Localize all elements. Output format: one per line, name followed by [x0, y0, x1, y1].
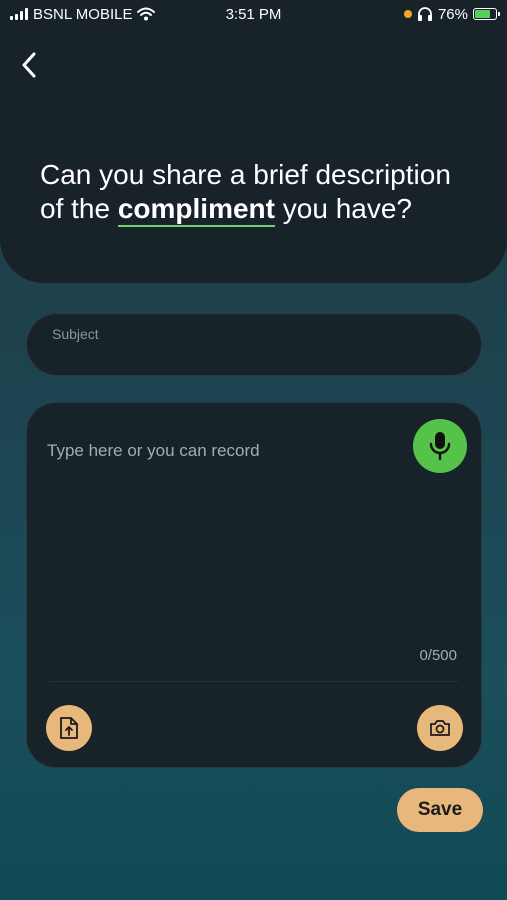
subject-field[interactable]: Subject [26, 313, 482, 376]
microphone-icon [429, 432, 451, 461]
signal-icon [10, 8, 28, 20]
status-left: BSNL MOBILE [10, 5, 156, 23]
chevron-left-icon [22, 52, 36, 78]
divider [49, 681, 459, 682]
save-button[interactable]: Save [397, 788, 483, 832]
camera-icon [430, 720, 450, 736]
description-box: 0/500 [26, 402, 482, 768]
page-question: Can you share a brief description of the… [40, 158, 480, 227]
record-button[interactable] [413, 419, 467, 473]
headphones-icon [417, 7, 432, 21]
wifi-icon [137, 7, 156, 21]
question-highlight: compliment [117, 193, 275, 227]
file-upload-icon [60, 717, 78, 739]
camera-button[interactable] [417, 705, 463, 751]
question-text-end: you have? [274, 193, 412, 224]
battery-icon [473, 8, 500, 20]
header-card: Can you share a brief description of the… [0, 0, 507, 283]
description-input[interactable] [47, 439, 407, 639]
subject-input[interactable] [52, 346, 452, 368]
upload-file-button[interactable] [46, 705, 92, 751]
battery-percent: 76% [437, 5, 468, 23]
subject-label: Subject [52, 326, 99, 342]
status-right: 76% [403, 5, 500, 23]
carrier-name: BSNL MOBILE [33, 5, 133, 23]
recording-dot-icon [403, 10, 412, 18]
status-bar: BSNL MOBILE 3:51 PM 76% [0, 0, 507, 28]
back-button[interactable] [14, 48, 44, 82]
character-counter: 0/500 [419, 647, 457, 664]
